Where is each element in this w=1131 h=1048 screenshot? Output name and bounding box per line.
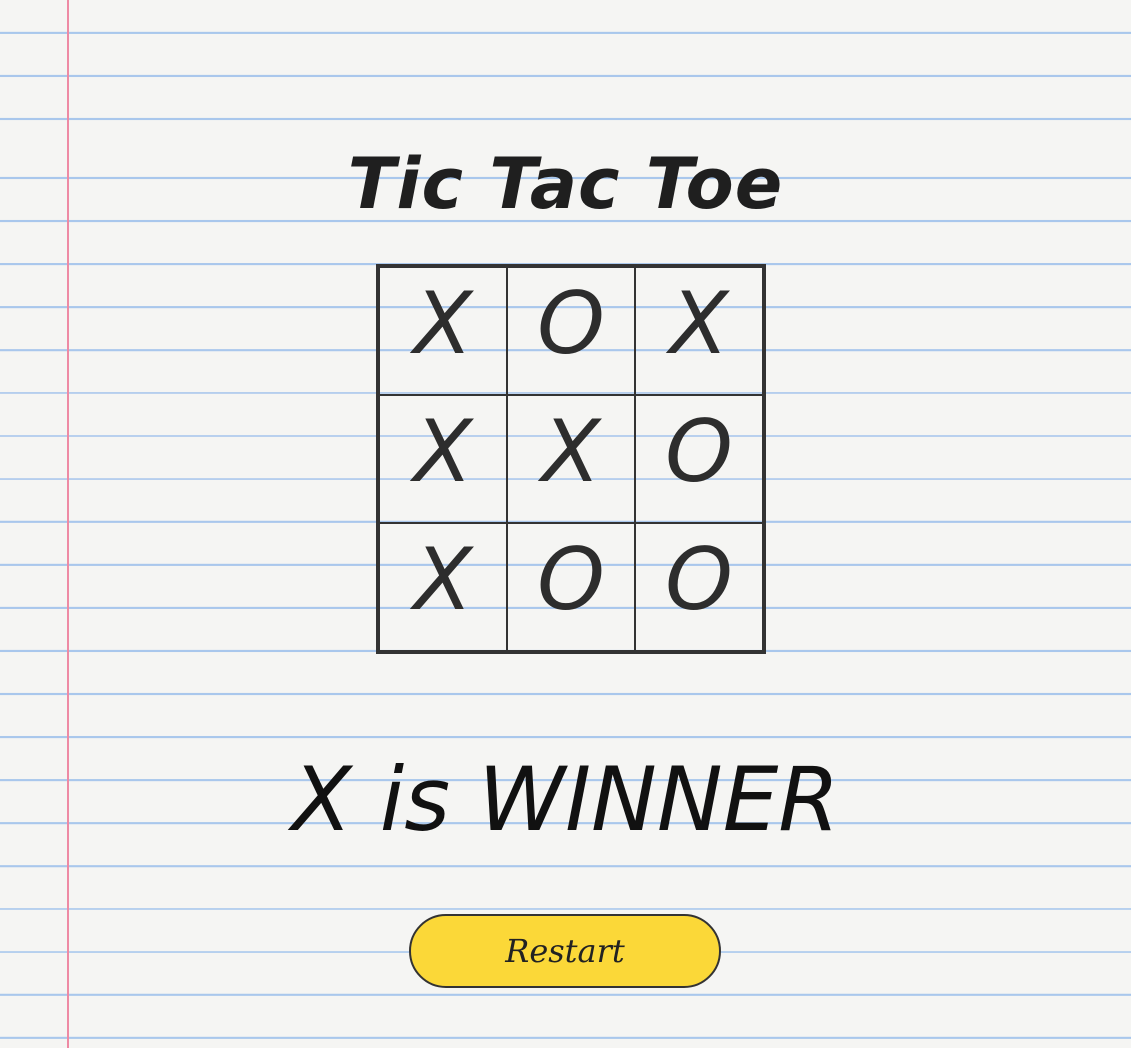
board-cell-4[interactable]: X xyxy=(379,395,507,523)
board-cell-2[interactable]: O xyxy=(507,267,635,395)
restart-button[interactable]: Restart xyxy=(409,914,721,988)
board-cell-7[interactable]: X xyxy=(379,523,507,651)
board-cell-5[interactable]: X xyxy=(507,395,635,523)
game-board: X O X X X O X O O xyxy=(376,264,766,654)
board-cell-3[interactable]: X xyxy=(635,267,763,395)
board-cell-1[interactable]: X xyxy=(379,267,507,395)
board-cell-9[interactable]: O xyxy=(635,523,763,651)
game-title: Tic Tac Toe xyxy=(347,142,784,225)
board-cell-8[interactable]: O xyxy=(507,523,635,651)
board-cell-6[interactable]: O xyxy=(635,395,763,523)
winner-status: X is WINNER xyxy=(291,748,840,851)
